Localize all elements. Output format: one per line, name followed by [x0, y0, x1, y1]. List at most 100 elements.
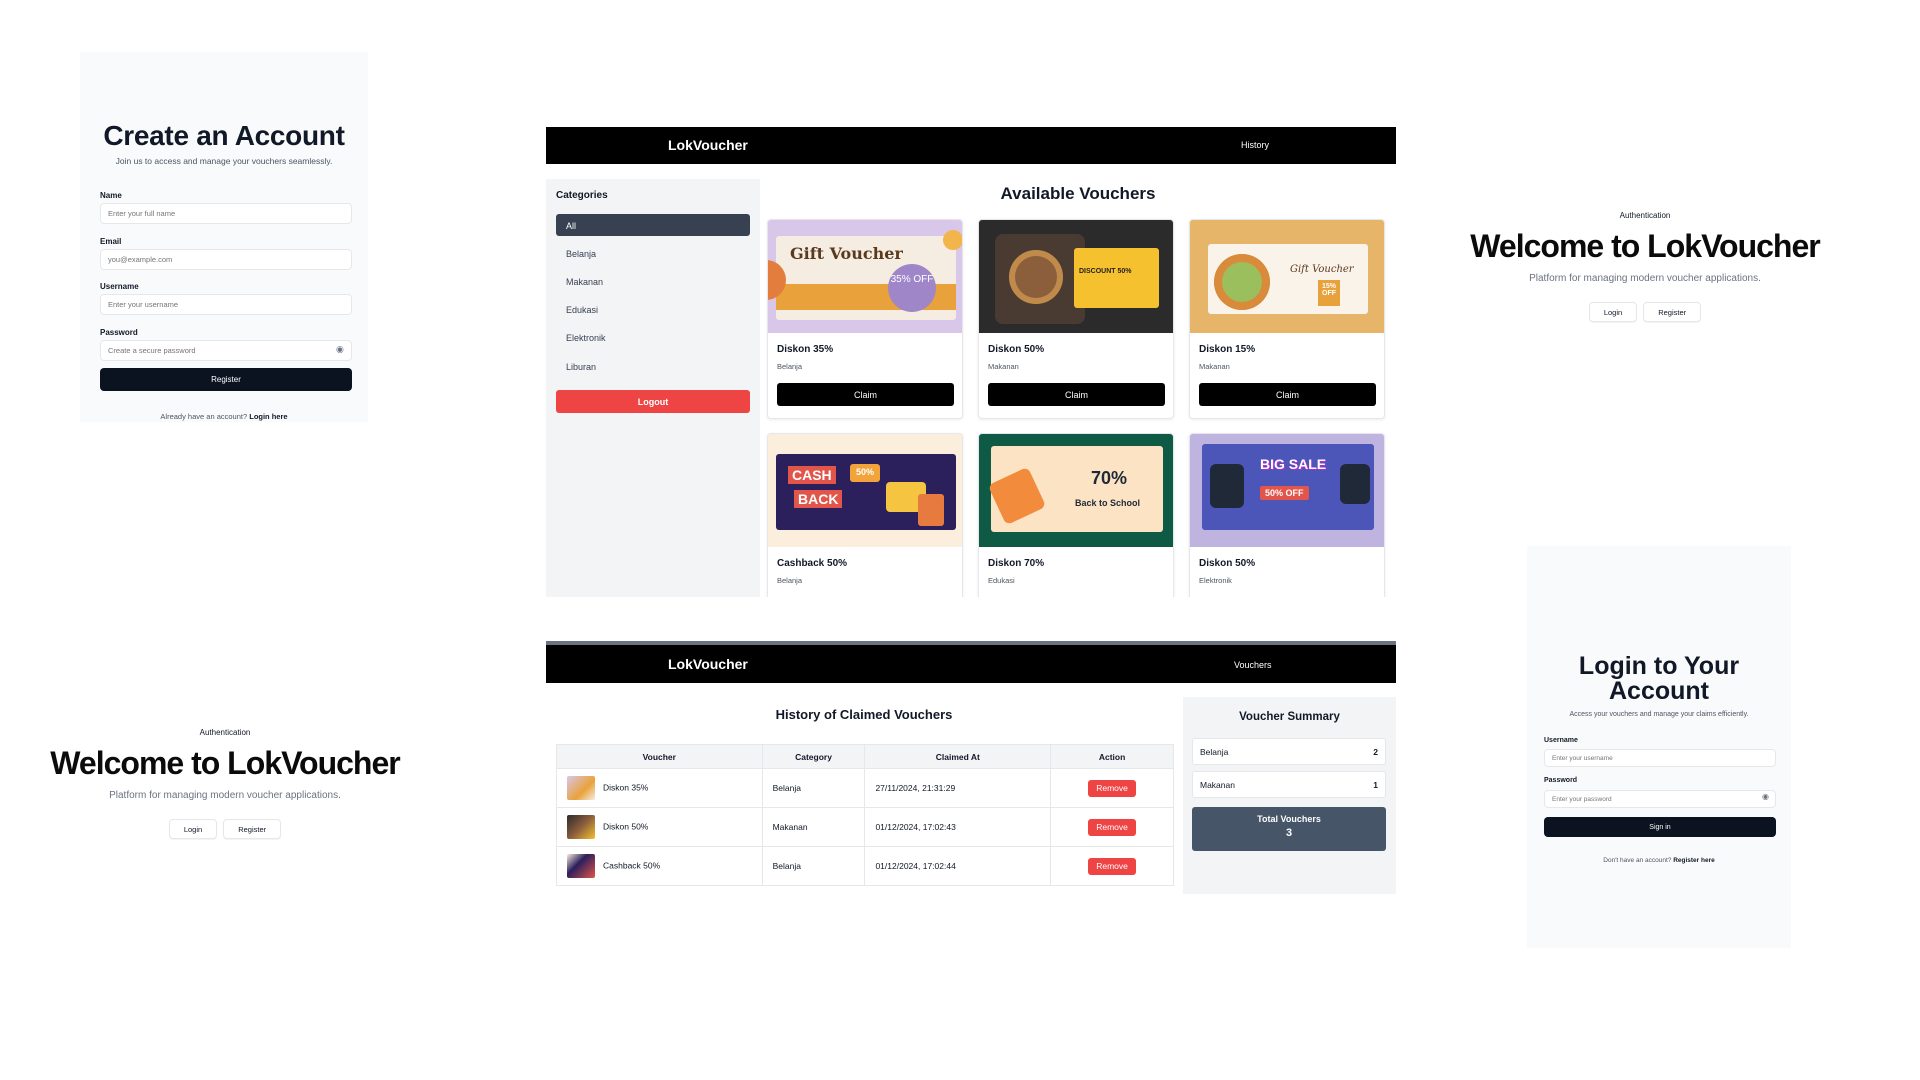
- welcome-eyebrow: Authentication: [1619, 211, 1671, 220]
- available-vouchers-title: Available Vouchers: [1000, 184, 1156, 203]
- eye-icon[interactable]: ◉: [336, 344, 344, 355]
- summary-row: Makanan 1: [1192, 771, 1386, 798]
- name-label: Name: [100, 191, 122, 200]
- voucher-card: DISCOUNT 50% Diskon 50% Makanan Claim: [978, 219, 1174, 419]
- top-navbar: LokVoucher Vouchers: [546, 645, 1396, 683]
- claim-button[interactable]: Claim: [988, 383, 1165, 406]
- voucher-image-text: Voucher: [829, 244, 903, 263]
- claimed-at: 27/11/2024, 21:31:29: [864, 768, 1052, 808]
- email-field[interactable]: [100, 249, 352, 270]
- claim-button[interactable]: Claim: [777, 383, 954, 406]
- voucher-image: 70% Back to School: [979, 434, 1173, 547]
- voucher-image-text: BACK: [794, 490, 843, 508]
- voucher-image-badge: 15% OFF: [1318, 280, 1340, 306]
- welcome-description: Platform for managing modern voucher app…: [1529, 273, 1761, 284]
- category-edukasi[interactable]: Edukasi: [556, 298, 750, 320]
- voucher-thumbnail: [567, 776, 595, 800]
- remove-button[interactable]: Remove: [1088, 818, 1136, 836]
- voucher-name: Diskon 35%: [603, 782, 649, 793]
- category-elektronik[interactable]: Elektronik: [556, 326, 750, 348]
- summary-category: Makanan: [1200, 780, 1235, 790]
- brand-logo[interactable]: LokVoucher: [668, 137, 748, 153]
- voucher-card: Gift Voucher 15% OFF Diskon 15% Makanan …: [1189, 219, 1385, 419]
- claimed-at: 01/12/2024, 17:02:44: [864, 846, 1052, 886]
- voucher-image-text: BIG SALE: [1260, 456, 1327, 472]
- voucher-summary-panel: Voucher Summary Belanja 2 Makanan 1 Tota…: [1183, 697, 1396, 894]
- voucher-image-text: Gift Voucher: [1290, 264, 1354, 275]
- name-field[interactable]: [100, 203, 352, 224]
- welcome-title: Welcome to LokVoucher: [50, 745, 400, 781]
- category-makanan[interactable]: Makanan: [556, 270, 750, 292]
- history-title: History of Claimed Vouchers: [775, 707, 953, 722]
- claimed-at: 01/12/2024, 17:02:43: [864, 807, 1052, 847]
- voucher-name: Cashback 50%: [777, 558, 848, 569]
- voucher-name: Cashback 50%: [603, 860, 661, 871]
- category-belanja[interactable]: Belanja: [556, 242, 750, 264]
- eye-icon[interactable]: ◉: [1762, 792, 1769, 801]
- category-liburan[interactable]: Liburan: [556, 355, 750, 377]
- username-label: Username: [1544, 737, 1578, 744]
- username-field[interactable]: [1544, 749, 1776, 767]
- voucher-category: Belanja: [777, 576, 803, 585]
- voucher-category: Makanan: [1199, 362, 1230, 371]
- logout-button[interactable]: Logout: [556, 390, 750, 413]
- password-label: Password: [1544, 777, 1578, 784]
- password-field[interactable]: [1544, 790, 1776, 808]
- login-button[interactable]: Login: [1588, 302, 1638, 322]
- login-link[interactable]: Login here: [249, 412, 287, 421]
- welcome-panel: Authentication Welcome to LokVoucher Pla…: [1435, 211, 1855, 322]
- login-subtitle: Access your vouchers and manage your cla…: [1569, 711, 1749, 718]
- voucher-image-text: 50% OFF: [1260, 486, 1309, 500]
- column-header: Action: [1050, 744, 1174, 769]
- remove-button[interactable]: Remove: [1088, 779, 1136, 797]
- login-title-line: Account: [1609, 677, 1709, 705]
- voucher-name: Diskon 35%: [777, 344, 834, 355]
- remove-button[interactable]: Remove: [1088, 857, 1136, 875]
- register-button[interactable]: Register: [1643, 302, 1702, 322]
- voucher-image: CASH BACK 50%: [768, 434, 962, 547]
- nav-link-history[interactable]: History: [1241, 140, 1269, 150]
- sign-in-button[interactable]: Sign in: [1544, 817, 1776, 837]
- password-field[interactable]: [100, 340, 352, 361]
- voucher-card: Gift Voucher 35% OFF Diskon 35% Belanja …: [767, 219, 963, 419]
- category-all[interactable]: All: [556, 214, 750, 236]
- voucher-card: CASH BACK 50% Cashback 50% Belanja: [767, 433, 963, 597]
- voucher-category: Belanja: [761, 846, 866, 886]
- voucher-image: Gift Voucher 15% OFF: [1190, 220, 1384, 333]
- total-vouchers-box: Total Vouchers 3: [1192, 807, 1386, 851]
- login-button[interactable]: Login: [168, 819, 218, 839]
- total-vouchers-value: 3: [1285, 827, 1293, 839]
- welcome-eyebrow: Authentication: [199, 728, 251, 737]
- welcome-panel: Authentication Welcome to LokVoucher Pla…: [15, 728, 435, 839]
- login-title: Login to Your Account: [1527, 654, 1791, 704]
- register-button[interactable]: Register: [100, 368, 352, 391]
- summary-row: Belanja 2: [1192, 738, 1386, 765]
- column-header: Claimed At: [864, 744, 1052, 769]
- brand-logo[interactable]: LokVoucher: [668, 656, 748, 672]
- table-row: Diskon 35% Belanja 27/11/2024, 21:31:29 …: [556, 768, 1174, 808]
- nav-link-vouchers[interactable]: Vouchers: [1234, 660, 1272, 670]
- voucher-image: BIG SALE 50% OFF: [1190, 434, 1384, 547]
- login-footer: Don't have an account? Register here: [1527, 857, 1791, 864]
- username-field[interactable]: [100, 294, 352, 315]
- register-button[interactable]: Register: [223, 819, 282, 839]
- voucher-image-badge: 50%: [850, 464, 880, 482]
- voucher-image-text: CASH: [788, 466, 836, 484]
- voucher-grid-overflow: CASH BACK 50% Cashback 50% Belanja 70% B…: [760, 430, 1396, 597]
- total-vouchers-label: Total Vouchers: [1257, 814, 1321, 824]
- voucher-name: Diskon 70%: [988, 558, 1045, 569]
- voucher-name: Diskon 15%: [1199, 344, 1256, 355]
- voucher-image-text: DISCOUNT 50%: [1079, 268, 1132, 275]
- register-link[interactable]: Register here: [1673, 857, 1715, 864]
- summary-title: Voucher Summary: [1239, 711, 1340, 723]
- welcome-title: Welcome to LokVoucher: [1470, 228, 1820, 264]
- register-title: Create an Account: [103, 120, 345, 151]
- register-subtitle: Join us to access and manage your vouche…: [115, 156, 333, 166]
- column-header: Voucher: [556, 744, 763, 769]
- voucher-category: Belanja: [777, 362, 803, 371]
- username-label: Username: [100, 282, 139, 291]
- voucher-name: Diskon 50%: [603, 821, 649, 832]
- voucher-category: Makanan: [988, 362, 1019, 371]
- claim-button[interactable]: Claim: [1199, 383, 1376, 406]
- voucher-category: Makanan: [761, 807, 866, 847]
